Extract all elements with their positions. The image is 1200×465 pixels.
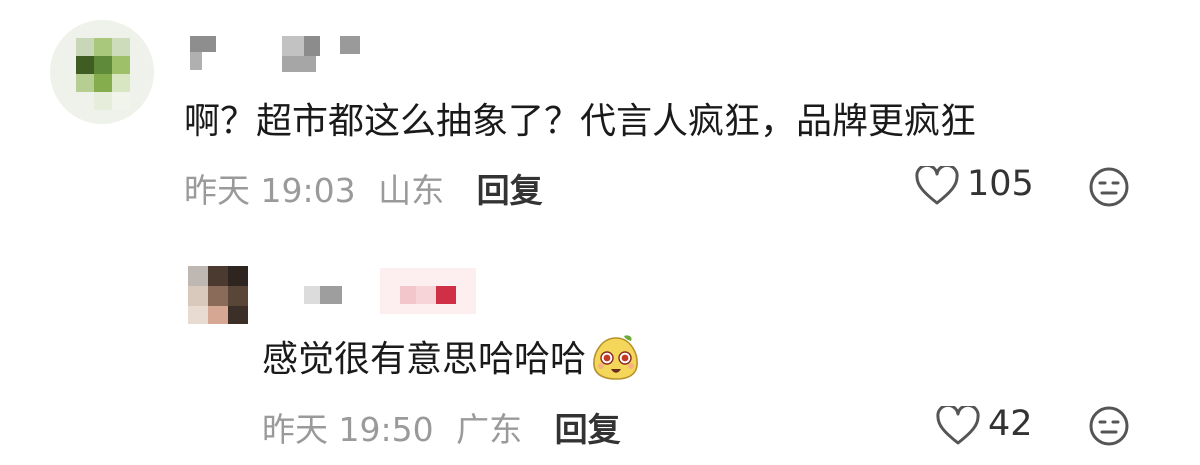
heart-icon <box>936 406 980 445</box>
comment-time: 昨天 19:03 <box>184 171 356 210</box>
reply-button[interactable]: 回复 <box>555 410 621 449</box>
emoji-face-icon[interactable] <box>1088 166 1130 208</box>
like-count: 42 <box>988 404 1033 444</box>
avatar[interactable] <box>48 16 156 128</box>
comment-time: 昨天 19:50 <box>262 410 434 449</box>
pear-mascot-sticker <box>593 335 638 380</box>
emoji-face-icon[interactable] <box>1088 405 1130 447</box>
comment-meta: 昨天 19:03 山东 回复 <box>184 164 543 212</box>
username[interactable] <box>300 268 480 318</box>
comment-location: 山东 <box>378 171 445 210</box>
like-count: 105 <box>967 164 1034 204</box>
heart-icon <box>915 166 959 205</box>
like-button[interactable]: 42 <box>936 404 1036 448</box>
comment-text: 感觉很有意思哈哈哈 <box>262 339 587 380</box>
reply-button[interactable]: 回复 <box>477 171 543 210</box>
like-button[interactable]: 105 <box>915 164 1035 208</box>
avatar[interactable] <box>188 266 248 324</box>
comment-location: 广东 <box>456 410 523 449</box>
comment-text: 啊？超市都这么抽象了？代言人疯狂，品牌更疯狂 <box>184 101 977 142</box>
comment-meta: 昨天 19:50 广东 回复 <box>262 403 621 451</box>
comment-text-row: 感觉很有意思哈哈哈 <box>262 330 641 380</box>
username[interactable] <box>186 36 366 76</box>
